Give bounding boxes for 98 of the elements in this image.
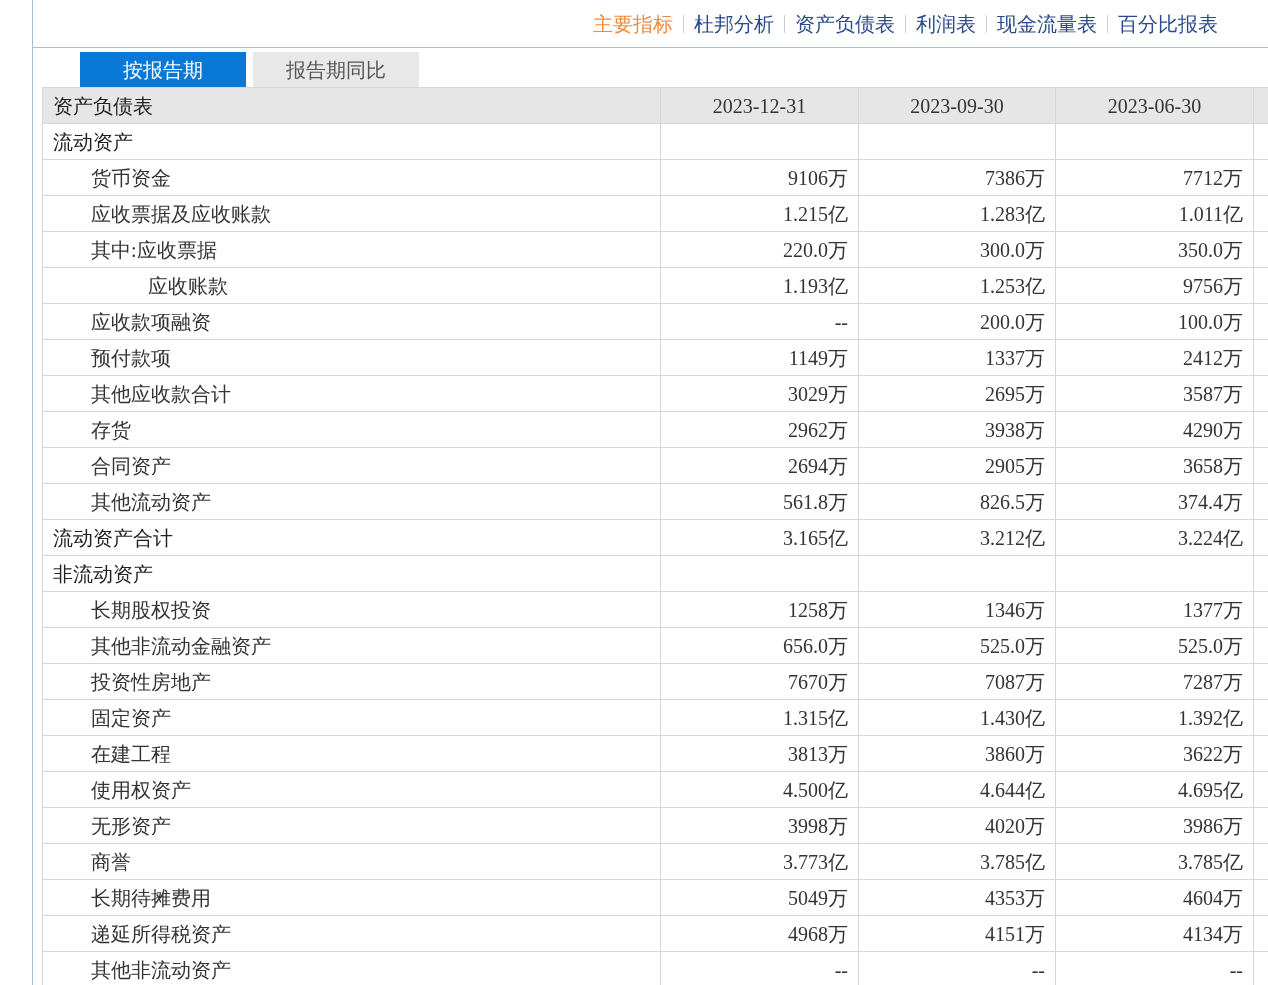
row-label: 应收账款 xyxy=(42,267,661,304)
table-cell: 1.011亿 xyxy=(1055,195,1254,232)
table-cell: 1.283亿 xyxy=(858,195,1056,232)
table-cell: 3587万 xyxy=(1055,375,1254,412)
table-cell: 3860万 xyxy=(858,735,1056,772)
table-cell: 3.785亿 xyxy=(858,843,1056,880)
table-cell: 100.0万 xyxy=(1055,303,1254,340)
table-cell: 4353万 xyxy=(858,879,1056,916)
table-cell: 561.8万 xyxy=(660,483,859,520)
table-cell: 7386万 xyxy=(858,159,1056,196)
column-header: 2023-09-30 xyxy=(858,87,1056,124)
row-label: 固定资产 xyxy=(42,699,661,736)
section-label: 流动资产合计 xyxy=(42,519,661,556)
column-header: 资产负债表 xyxy=(42,87,661,124)
table-cell: 4290万 xyxy=(1055,411,1254,448)
table-cell: 4604万 xyxy=(1055,879,1254,916)
row-label: 存货 xyxy=(42,411,661,448)
table-cell: 3622万 xyxy=(1055,735,1254,772)
row-label: 其他非流动资产 xyxy=(42,951,661,985)
table-cell: 3.773亿 xyxy=(660,843,859,880)
nav-link[interactable]: 资产负债表 xyxy=(785,13,905,34)
table-cell: 1258万 xyxy=(660,591,859,628)
table-cell: 220.0万 xyxy=(660,231,859,268)
table-cell: 1.315亿 xyxy=(660,699,859,736)
row-label: 无形资产 xyxy=(42,807,661,844)
table-cell: 300.0万 xyxy=(858,231,1056,268)
row-label: 应收款项融资 xyxy=(42,303,661,340)
section-label: 流动资产 xyxy=(42,123,661,160)
table-cell: 2962万 xyxy=(660,411,859,448)
row-label: 商誉 xyxy=(42,843,661,880)
nav-link[interactable]: 利润表 xyxy=(906,13,986,34)
table-cell: 7712万 xyxy=(1055,159,1254,196)
table-cell: 9756万 xyxy=(1055,267,1254,304)
table-cell: 1.193亿 xyxy=(660,267,859,304)
table-cell: 1346万 xyxy=(858,591,1056,628)
table-cell: 1337万 xyxy=(858,339,1056,376)
table-cell: 3658万 xyxy=(1055,447,1254,484)
row-label: 预付款项 xyxy=(42,339,661,376)
section-label: 非流动资产 xyxy=(42,555,661,592)
table-cell: 1377万 xyxy=(1055,591,1254,628)
table-cell: 374.4万 xyxy=(1055,483,1254,520)
table-cell: -- xyxy=(660,303,859,340)
nav-link[interactable]: 现金流量表 xyxy=(987,13,1107,34)
table-cell: 3.785亿 xyxy=(1055,843,1254,880)
row-label: 在建工程 xyxy=(42,735,661,772)
table-cell: 3.224亿 xyxy=(1055,519,1254,556)
table-cell: 4151万 xyxy=(858,915,1056,952)
tab[interactable]: 报告期同比 xyxy=(253,52,419,87)
table-cell: 7287万 xyxy=(1055,663,1254,700)
table-cell: 656.0万 xyxy=(660,627,859,664)
table-cell: 2694万 xyxy=(660,447,859,484)
table-cell: 3986万 xyxy=(1055,807,1254,844)
column-header: 2023-06-30 xyxy=(1055,87,1254,124)
row-label: 货币资金 xyxy=(42,159,661,196)
row-label: 长期股权投资 xyxy=(42,591,661,628)
table-cell: 4.644亿 xyxy=(858,771,1056,808)
row-label: 其中:应收票据 xyxy=(42,231,661,268)
table-cell: 4134万 xyxy=(1055,915,1254,952)
table-cell: 4.695亿 xyxy=(1055,771,1254,808)
table-cell: 7670万 xyxy=(660,663,859,700)
row-label: 投资性房地产 xyxy=(42,663,661,700)
table-cell: 4968万 xyxy=(660,915,859,952)
nav-link[interactable]: 杜邦分析 xyxy=(684,13,784,34)
table-cell: 1.215亿 xyxy=(660,195,859,232)
row-label: 长期待摊费用 xyxy=(42,879,661,916)
tab[interactable]: 按报告期 xyxy=(80,52,246,87)
table-cell: 1.430亿 xyxy=(858,699,1056,736)
table-cell: 3813万 xyxy=(660,735,859,772)
row-label: 应收票据及应收账款 xyxy=(42,195,661,232)
table-cell: 3.212亿 xyxy=(858,519,1056,556)
table-cell: 200.0万 xyxy=(858,303,1056,340)
table-cell: 350.0万 xyxy=(1055,231,1254,268)
table-cell: 2412万 xyxy=(1055,339,1254,376)
column-header: 2023-12-31 xyxy=(660,87,859,124)
table-cell: 525.0万 xyxy=(1055,627,1254,664)
table-cell: 5049万 xyxy=(660,879,859,916)
row-label: 其他应收款合计 xyxy=(42,375,661,412)
nav-link[interactable]: 百分比报表 xyxy=(1108,13,1228,34)
table-cell: 4.500亿 xyxy=(660,771,859,808)
row-label: 递延所得税资产 xyxy=(42,915,661,952)
row-label: 其他流动资产 xyxy=(42,483,661,520)
table-cell: 1.253亿 xyxy=(858,267,1056,304)
table-cell: 7087万 xyxy=(858,663,1056,700)
row-label: 其他非流动金融资产 xyxy=(42,627,661,664)
table-cell: 4020万 xyxy=(858,807,1056,844)
table-cell: 3998万 xyxy=(660,807,859,844)
table-cell: 1.392亿 xyxy=(1055,699,1254,736)
table-cell: 3029万 xyxy=(660,375,859,412)
row-label: 合同资产 xyxy=(42,447,661,484)
row-label: 使用权资产 xyxy=(42,771,661,808)
table-cell: 826.5万 xyxy=(858,483,1056,520)
table-cell: 3938万 xyxy=(858,411,1056,448)
table-cell: 2905万 xyxy=(858,447,1056,484)
table-cell: 2695万 xyxy=(858,375,1056,412)
table-cell: 3.165亿 xyxy=(660,519,859,556)
table-cell: 9106万 xyxy=(660,159,859,196)
table-cell: 1149万 xyxy=(660,339,859,376)
table-cell: 525.0万 xyxy=(858,627,1056,664)
